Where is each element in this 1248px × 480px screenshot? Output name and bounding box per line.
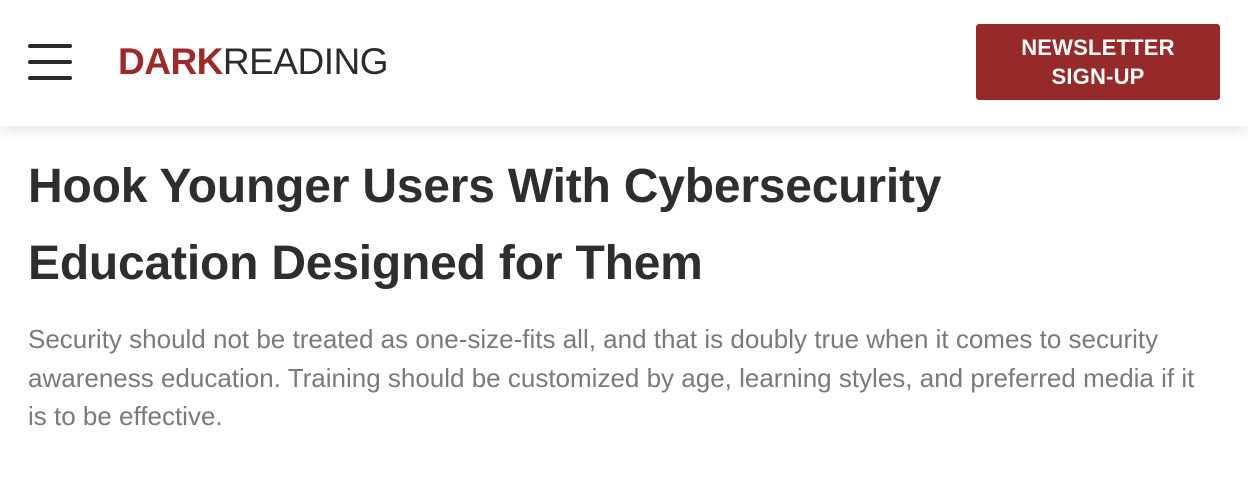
- newsletter-button-line2: SIGN-UP: [1051, 64, 1145, 89]
- hamburger-menu-icon[interactable]: [28, 43, 72, 81]
- logo-primary-text: DARK: [118, 41, 223, 82]
- newsletter-signup-button[interactable]: NEWSLETTER SIGN-UP: [976, 24, 1220, 100]
- menu-bar-middle: [28, 60, 72, 64]
- logo-secondary-text: READING: [222, 41, 389, 82]
- site-logo[interactable]: DARKREADING: [118, 40, 388, 84]
- article-intro: Hook Younger Users With Cybersecurity Ed…: [28, 148, 1218, 436]
- newsletter-button-line1: NEWSLETTER: [1021, 35, 1175, 60]
- article-headline: Hook Younger Users With Cybersecurity Ed…: [28, 160, 942, 290]
- menu-bar-top: [28, 44, 72, 48]
- article-summary: Security should not be treated as one-si…: [28, 324, 1195, 431]
- site-header: DARKREADING NEWSLETTER SIGN-UP: [0, 0, 1248, 126]
- menu-bar-bottom: [28, 76, 72, 80]
